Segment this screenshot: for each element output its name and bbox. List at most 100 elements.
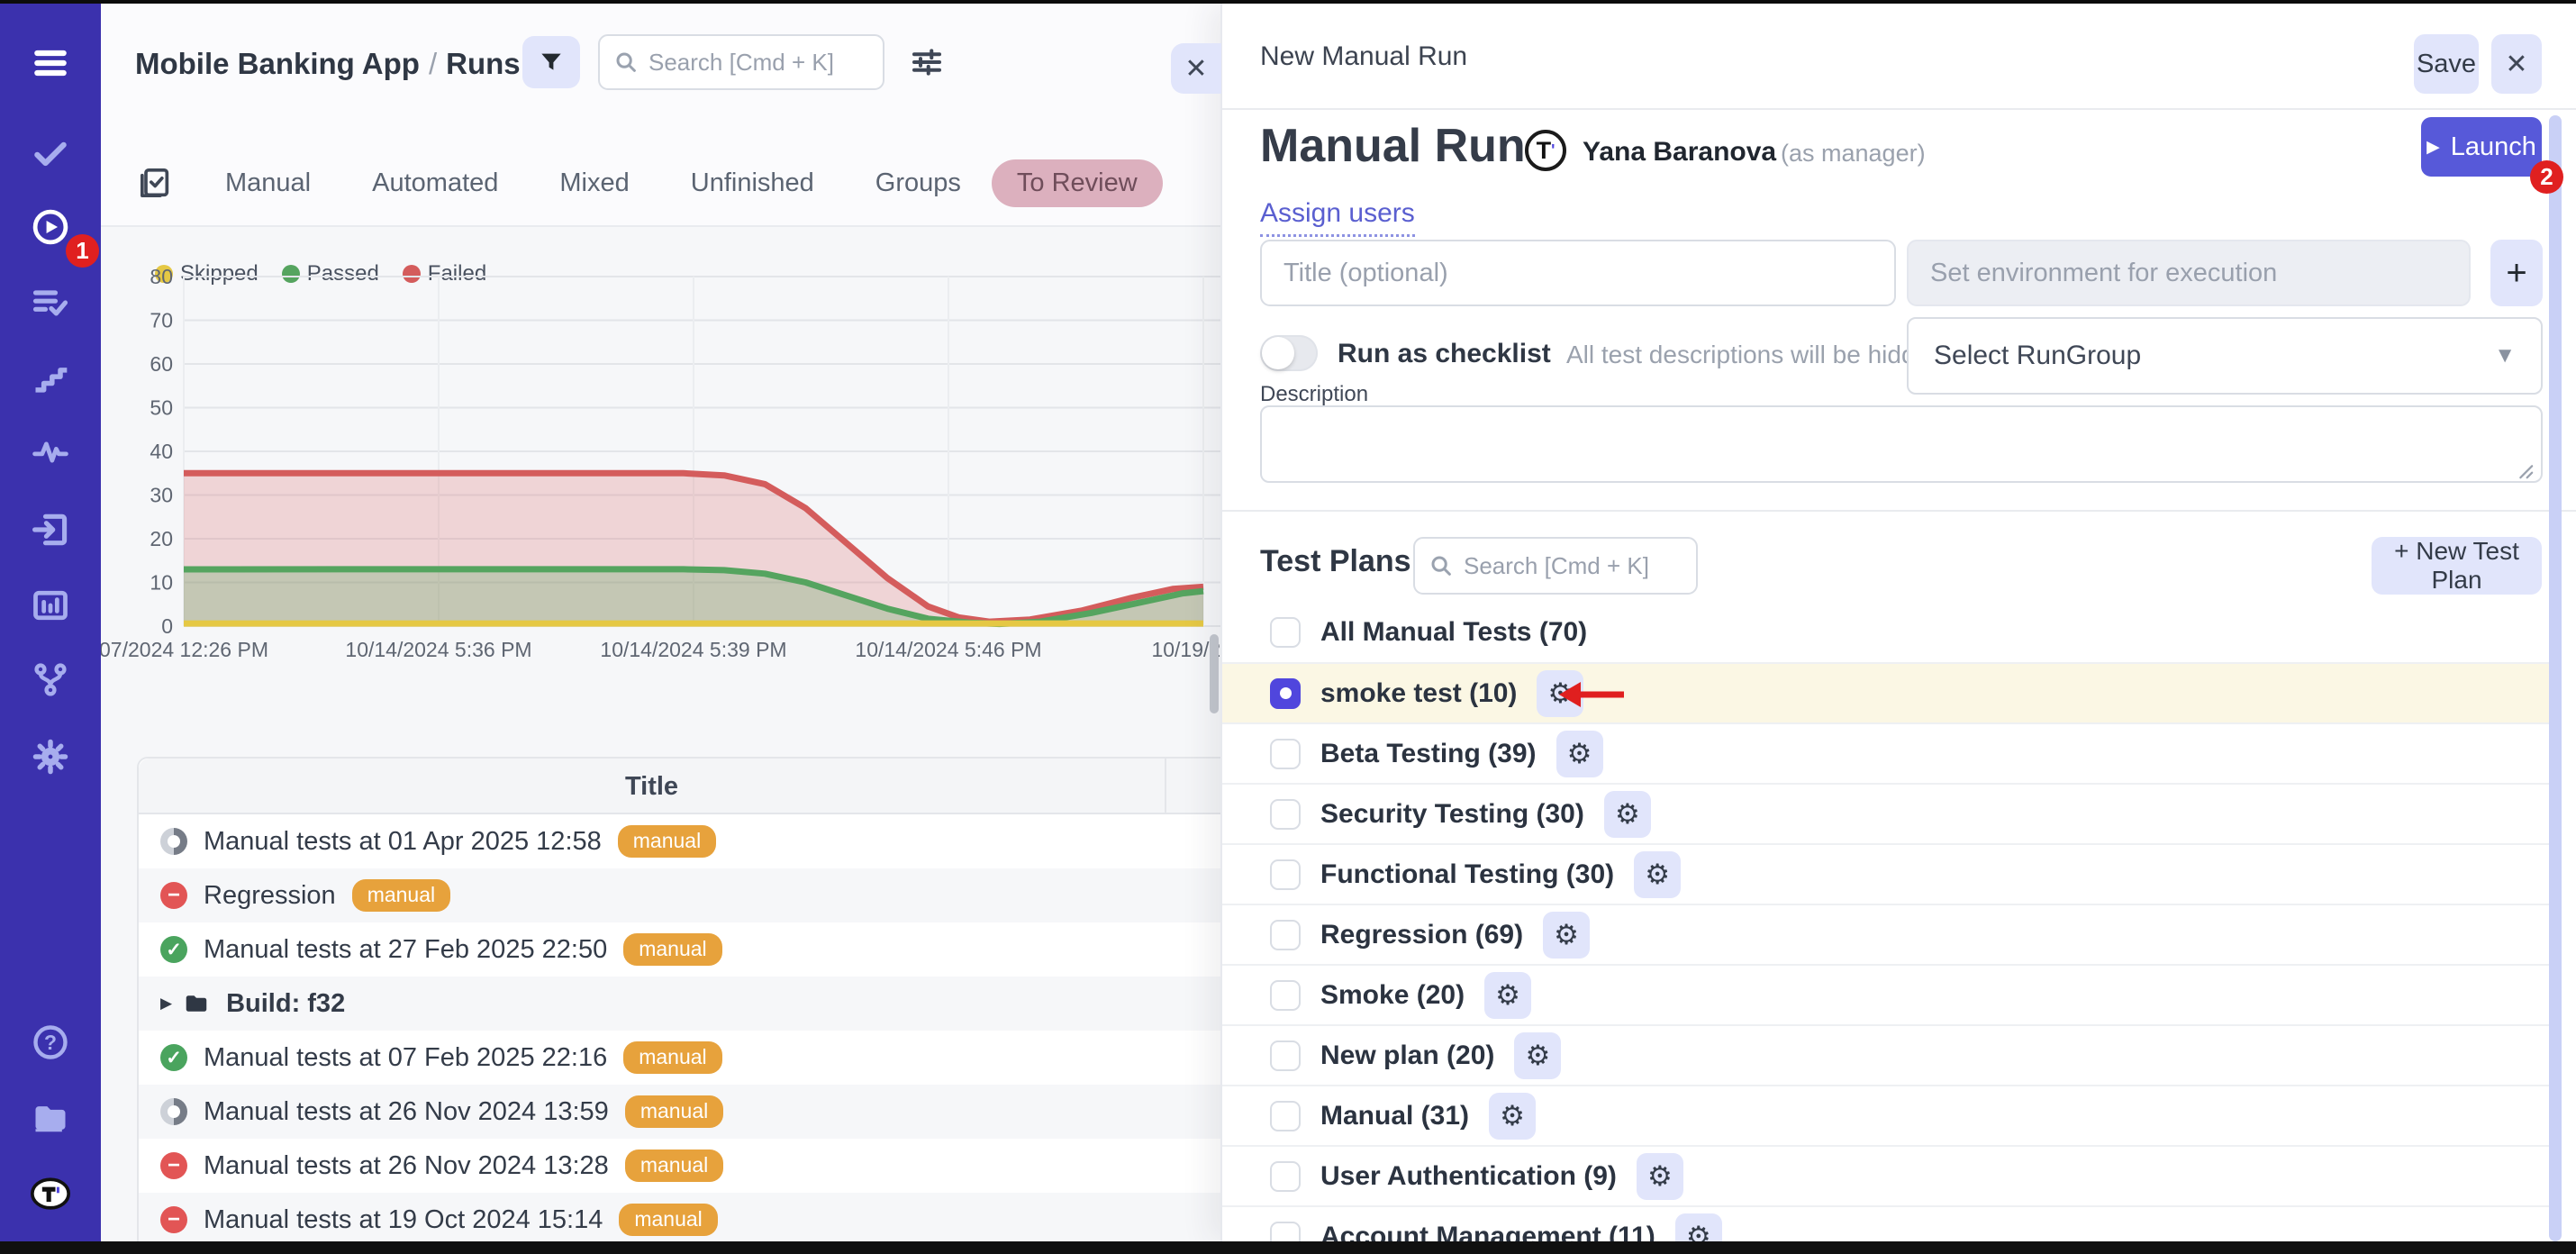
column-title[interactable]: Title	[139, 759, 1166, 814]
add-environment-button[interactable]: +	[2490, 240, 2543, 306]
logo-icon[interactable]	[31, 1174, 70, 1213]
sidebar: ? 1	[0, 4, 101, 1254]
tab-automated[interactable]: Automated	[341, 159, 529, 207]
test-plan-row[interactable]: User Authentication (9)⚙	[1222, 1145, 2562, 1205]
plan-settings-button[interactable]: ⚙	[1604, 791, 1651, 838]
tab-unfinished[interactable]: Unfinished	[660, 159, 845, 207]
run-as-checklist-toggle[interactable]	[1260, 335, 1318, 371]
plan-settings-button[interactable]: ⚙	[1634, 851, 1681, 898]
test-plan-row[interactable]: New plan (20) ⚙	[1222, 1024, 2562, 1085]
checkbox[interactable]	[1270, 799, 1301, 830]
branch-icon[interactable]	[31, 659, 70, 699]
close-icon: ✕	[1184, 53, 1207, 85]
plan-settings-button[interactable]: ⚙	[1489, 1093, 1536, 1140]
runs-search-input[interactable]	[649, 49, 865, 77]
close-button[interactable]: ✕	[2491, 34, 2542, 94]
tab-mixed[interactable]: Mixed	[529, 159, 659, 207]
gear-icon[interactable]	[31, 737, 70, 777]
table-row[interactable]: Manual tests at 19 Oct 2024 15:14manual	[139, 1193, 1220, 1241]
table-row[interactable]: Manual tests at 27 Feb 2025 22:50manual	[139, 922, 1220, 977]
checkbox[interactable]	[1270, 1161, 1301, 1192]
panel-collapse-button[interactable]: ✕	[1171, 43, 1221, 94]
runs-table: Title Manual tests at 01 Apr 2025 12:58m…	[137, 757, 1220, 1241]
checkbox[interactable]	[1270, 617, 1301, 648]
run-title-input[interactable]	[1260, 240, 1896, 306]
tab-manual[interactable]: Manual	[195, 159, 341, 207]
help-icon[interactable]: ?	[31, 1022, 70, 1062]
sign-in-icon[interactable]	[31, 510, 70, 550]
plan-settings-button[interactable]: ⚙	[1556, 731, 1603, 777]
table-row[interactable]: ▶ Build: f32	[139, 977, 1220, 1031]
test-plan-row[interactable]: smoke test (10)⚙	[1222, 662, 2562, 722]
test-plan-row[interactable]: All Manual Tests (70)	[1222, 602, 2562, 662]
test-plan-row[interactable]: Smoke (20)⚙	[1222, 964, 2562, 1024]
test-plan-row[interactable]: Security Testing (30)⚙	[1222, 783, 2562, 843]
checkbox[interactable]	[1270, 1101, 1301, 1131]
test-plans-search[interactable]	[1413, 537, 1698, 595]
test-plans-search-input[interactable]	[1464, 552, 1680, 580]
tab-to-review[interactable]: To Review	[992, 159, 1163, 207]
bar-chart-icon[interactable]	[31, 586, 70, 625]
run-title: Manual Run	[1260, 119, 1526, 173]
right-panel-scrollbar[interactable]	[2549, 115, 2562, 1241]
check-icon[interactable]	[31, 133, 70, 173]
description-label: Description	[1260, 382, 1368, 407]
test-plan-label: All Manual Tests (70)	[1320, 617, 1587, 648]
adjustments-icon[interactable]	[908, 43, 946, 81]
checkbox[interactable]	[1270, 859, 1301, 890]
filter-button[interactable]	[522, 36, 580, 88]
environment-input[interactable]	[1907, 240, 2471, 306]
plan-settings-button[interactable]: ⚙	[1484, 972, 1531, 1019]
save-button[interactable]: Save	[2414, 34, 2479, 94]
checkbox[interactable]	[1270, 920, 1301, 950]
resize-handle-icon[interactable]	[2514, 459, 2534, 479]
checkbox[interactable]	[1270, 1222, 1301, 1242]
failed-status-icon	[160, 882, 187, 909]
divider	[1222, 510, 2576, 512]
play-circle-icon[interactable]	[31, 207, 70, 247]
description-textarea[interactable]	[1260, 405, 2543, 483]
checkbox[interactable]	[1270, 739, 1301, 769]
caret-right-icon[interactable]: ▶	[160, 995, 172, 1013]
checklist-icon[interactable]	[137, 165, 173, 201]
menu-icon[interactable]	[31, 43, 70, 83]
new-test-plan-button[interactable]: + New Test Plan	[2372, 537, 2542, 595]
steps-icon[interactable]	[31, 359, 70, 398]
plan-settings-button[interactable]: ⚙	[1514, 1032, 1561, 1079]
test-plan-row[interactable]: Beta Testing (39)⚙	[1222, 722, 2562, 783]
test-plan-row[interactable]: Regression (69)⚙	[1222, 904, 2562, 964]
folder-icon[interactable]	[31, 1098, 70, 1138]
test-plan-row[interactable]: Manual (31)⚙	[1222, 1085, 2562, 1145]
table-row[interactable]: Manual tests at 07 Feb 2025 22:16manual	[139, 1031, 1220, 1085]
list-check-icon[interactable]	[31, 283, 70, 323]
activity-icon[interactable]	[31, 432, 70, 472]
avatar[interactable]: T'	[1525, 130, 1566, 171]
table-row[interactable]: Regressionmanual	[139, 868, 1220, 922]
plan-settings-button[interactable]: ⚙	[1543, 912, 1590, 959]
checkbox[interactable]	[1270, 980, 1301, 1011]
launch-button[interactable]: ▶ Launch	[2421, 117, 2542, 177]
test-plan-label: New plan (20)	[1320, 1040, 1494, 1071]
plan-settings-button[interactable]: ⚙	[1637, 1153, 1683, 1200]
search-icon	[612, 49, 639, 76]
test-plan-row[interactable]: Functional Testing (30)⚙	[1222, 843, 2562, 904]
plan-settings-button[interactable]: ⚙	[1675, 1213, 1722, 1242]
breadcrumb-project[interactable]: Mobile Banking App	[135, 47, 420, 80]
checkbox-checked[interactable]	[1270, 678, 1301, 709]
table-row[interactable]: Manual tests at 01 Apr 2025 12:58manual	[139, 814, 1220, 868]
tab-groups[interactable]: Groups	[845, 159, 992, 207]
rungroup-select[interactable]: Select RunGroup ▼	[1907, 317, 2543, 395]
run-title: Manual tests at 26 Nov 2024 13:28	[204, 1151, 609, 1181]
gear-icon: ⚙	[1495, 979, 1520, 1012]
left-panel-scrollbar[interactable]	[1210, 634, 1219, 713]
test-plan-row[interactable]: Account Management (11)⚙	[1222, 1205, 2562, 1241]
breadcrumb-page[interactable]: Runs	[446, 47, 521, 80]
run-title: Build: f32	[226, 989, 345, 1019]
runs-search[interactable]	[598, 34, 884, 90]
table-row[interactable]: Manual tests at 26 Nov 2024 13:59manual	[139, 1085, 1220, 1139]
table-row[interactable]: Manual tests at 26 Nov 2024 13:28manual	[139, 1139, 1220, 1193]
play-icon: ▶	[2426, 137, 2440, 158]
checkbox[interactable]	[1270, 1040, 1301, 1071]
assign-users-link[interactable]: Assign users	[1260, 198, 1415, 237]
panel-title: New Manual Run	[1260, 41, 1467, 72]
